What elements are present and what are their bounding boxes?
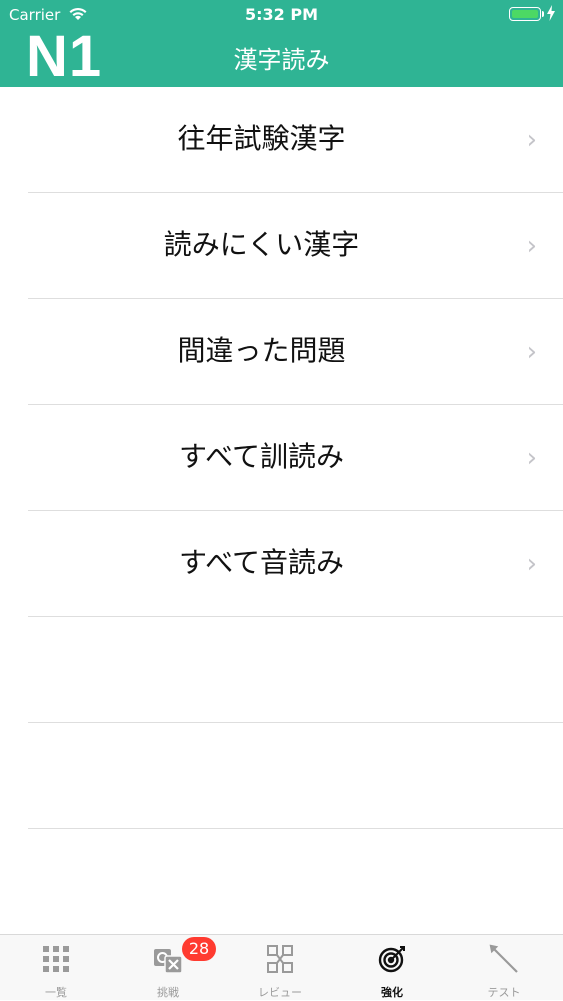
divider xyxy=(28,616,563,617)
battery-icon xyxy=(509,7,544,21)
list-item-label: すべて訓読み xyxy=(179,440,344,473)
tab-strengthen[interactable]: 強化 xyxy=(336,935,448,1001)
list-item-label: 往年試験漢字 xyxy=(177,122,346,155)
review-icon xyxy=(264,943,296,975)
page-title: 漢字読み xyxy=(233,46,330,74)
tab-label: 挑戦 xyxy=(157,986,179,999)
chevron-right-icon: › xyxy=(526,443,537,473)
list-item-label: 間違った問題 xyxy=(177,334,346,367)
pencil-icon xyxy=(488,943,520,975)
tab-list[interactable]: 一覧 xyxy=(0,935,112,1001)
grid-icon xyxy=(40,943,72,975)
chevron-right-icon: › xyxy=(526,549,537,579)
status-time: 5:32 PM xyxy=(244,5,318,24)
tab-bar: 一覧 28 挑戦 レビュー 強化 テスト xyxy=(0,934,563,1000)
tab-label: レビュー xyxy=(258,986,302,999)
tab-label: テスト xyxy=(487,986,521,999)
notification-badge: 28 xyxy=(182,937,216,961)
chevron-right-icon: › xyxy=(526,125,537,155)
list-item-wrong-questions[interactable]: 間違った問題 › xyxy=(0,299,563,405)
challenge-icon xyxy=(152,943,184,975)
list-item-label: 読みにくい漢字 xyxy=(163,228,360,261)
charging-icon xyxy=(547,5,555,25)
chevron-right-icon: › xyxy=(526,231,537,261)
tab-label: 強化 xyxy=(381,986,403,999)
tab-challenge[interactable]: 28 挑戦 xyxy=(112,935,224,1001)
menu-list: 往年試験漢字 › 読みにくい漢字 › 間違った問題 › すべて訓読み › すべて… xyxy=(0,87,563,829)
list-item-hard-kanji[interactable]: 読みにくい漢字 › xyxy=(0,193,563,299)
divider xyxy=(28,722,563,723)
target-icon xyxy=(376,943,408,975)
tab-review[interactable]: レビュー xyxy=(224,935,336,1001)
list-item-label: すべて音読み xyxy=(179,546,344,579)
list-item-all-kun[interactable]: すべて訓読み › xyxy=(0,405,563,511)
chevron-right-icon: › xyxy=(526,337,537,367)
tab-test[interactable]: テスト xyxy=(448,935,560,1001)
divider xyxy=(28,828,563,829)
tab-label: 一覧 xyxy=(45,986,67,999)
header-bar: Carrier 5:32 PM N1 漢字読み xyxy=(0,0,563,88)
list-item-past-exam[interactable]: 往年試験漢字 › xyxy=(0,87,563,193)
list-item-all-on[interactable]: すべて音読み › xyxy=(0,511,563,617)
